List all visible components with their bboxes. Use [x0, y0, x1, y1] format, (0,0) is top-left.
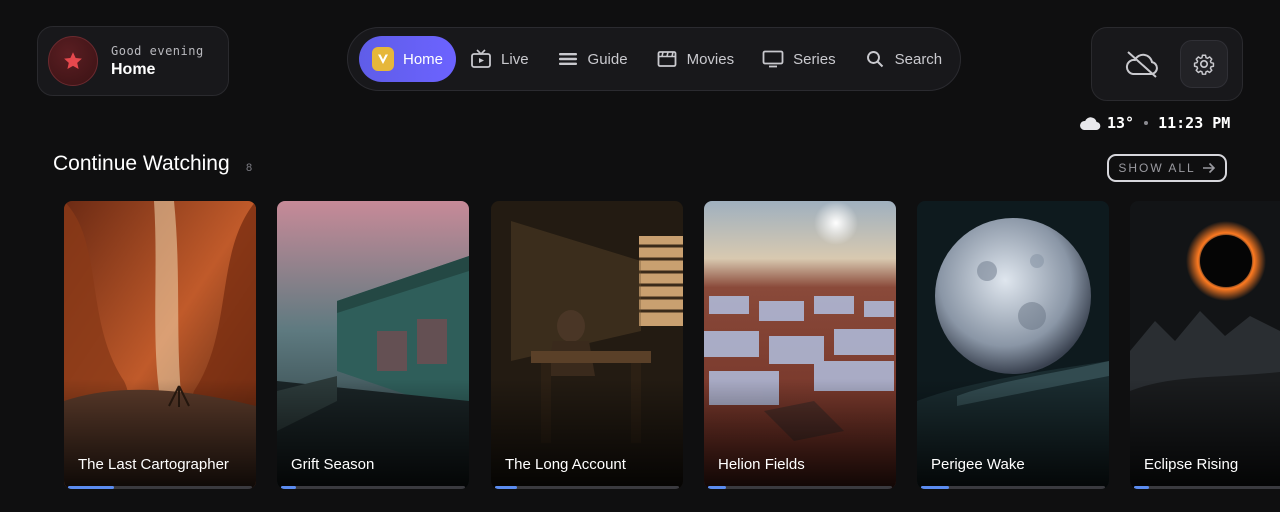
- temperature: 13°: [1107, 114, 1135, 132]
- arrow-right-icon: [1202, 162, 1215, 174]
- avatar: [48, 36, 98, 86]
- nav-guide-label: Guide: [587, 50, 628, 68]
- clapperboard-icon: [656, 48, 678, 70]
- progress-track: [1134, 486, 1280, 489]
- card-title: Grift Season: [291, 456, 375, 473]
- live-tv-icon: [470, 48, 492, 70]
- monitor-icon: [762, 48, 784, 70]
- card-title: The Last Cartographer: [78, 456, 229, 473]
- main-nav: Home Live Guide Movies Series Search: [347, 27, 961, 91]
- show-all-label: SHOW ALL: [1118, 161, 1196, 175]
- status-bar: 13° 11:23 PM: [1079, 114, 1230, 132]
- continue-watching-row: The Last Cartographer Grift Season The L…: [0, 201, 1280, 491]
- profile-button[interactable]: Good evening Home: [37, 26, 229, 96]
- nav-guide[interactable]: Guide: [543, 36, 642, 82]
- nav-live[interactable]: Live: [456, 36, 543, 82]
- vod-logo-icon: [372, 47, 394, 71]
- search-icon: [864, 48, 886, 70]
- media-card[interactable]: Grift Season: [277, 201, 469, 489]
- nav-search[interactable]: Search: [850, 36, 957, 82]
- media-card[interactable]: Helion Fields: [704, 201, 896, 489]
- app-root: Good evening Home Home Live Guide Movies…: [0, 0, 1280, 512]
- progress-fill: [68, 486, 114, 489]
- header-actions: [1091, 27, 1243, 101]
- progress-track: [68, 486, 252, 489]
- media-card[interactable]: The Long Account: [491, 201, 683, 489]
- gear-icon: [1193, 54, 1215, 75]
- settings-button[interactable]: [1180, 40, 1228, 88]
- nav-movies[interactable]: Movies: [642, 36, 749, 82]
- media-card[interactable]: Eclipse Rising: [1130, 201, 1280, 489]
- nav-movies-label: Movies: [686, 50, 735, 68]
- cloud-off-icon[interactable]: [1124, 49, 1160, 79]
- nav-series-label: Series: [793, 50, 836, 68]
- progress-fill: [708, 486, 727, 489]
- nav-home-label: Home: [403, 50, 444, 68]
- progress-track: [281, 486, 465, 489]
- card-title: The Long Account: [505, 456, 626, 473]
- progress-track: [921, 486, 1105, 489]
- greeting-text: Good evening: [111, 43, 204, 58]
- card-title: Helion Fields: [718, 456, 805, 473]
- progress-track: [708, 486, 892, 489]
- progress-fill: [495, 486, 518, 489]
- clock: 11:23 PM: [1158, 114, 1231, 132]
- nav-live-label: Live: [501, 50, 529, 68]
- cloud-icon: [1080, 117, 1101, 131]
- media-card[interactable]: The Last Cartographer: [64, 201, 256, 489]
- separator-dot: [1144, 121, 1149, 125]
- progress-fill: [281, 486, 296, 489]
- star-icon: [64, 52, 82, 69]
- card-title: Eclipse Rising: [1144, 456, 1239, 473]
- nav-home[interactable]: Home: [359, 36, 457, 82]
- progress-track: [495, 486, 679, 489]
- nav-series[interactable]: Series: [748, 36, 850, 82]
- guide-list-icon: [557, 48, 579, 70]
- show-all-button[interactable]: SHOW ALL: [1107, 154, 1227, 182]
- nav-search-label: Search: [894, 50, 943, 68]
- section-title: Continue Watching: [53, 152, 230, 175]
- profile-name: Home: [111, 60, 156, 78]
- media-card[interactable]: Perigee Wake: [917, 201, 1109, 489]
- progress-fill: [921, 486, 949, 489]
- progress-fill: [1134, 486, 1149, 489]
- card-title: Perigee Wake: [931, 456, 1025, 473]
- section-count: 8: [246, 162, 253, 174]
